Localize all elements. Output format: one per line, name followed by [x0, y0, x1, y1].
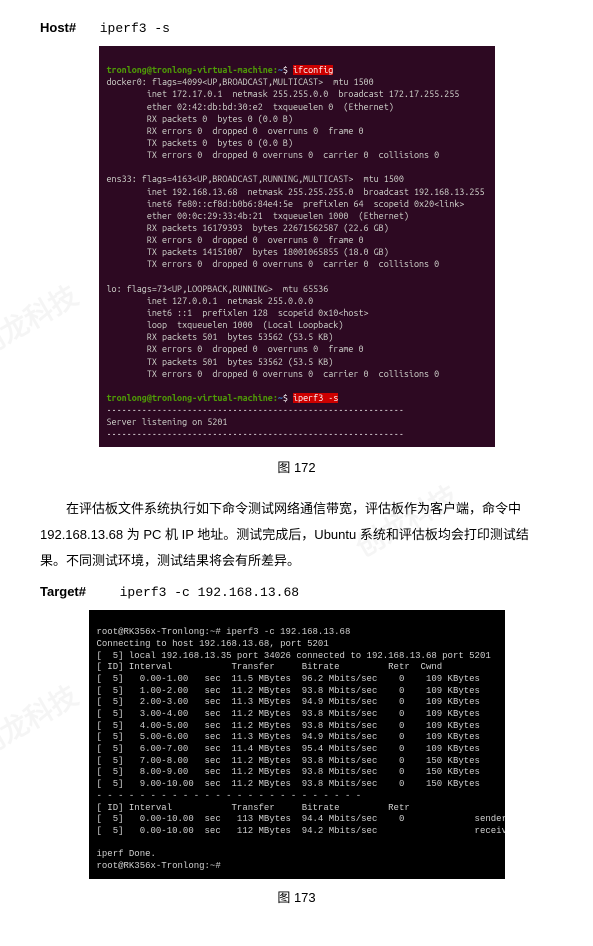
ens-line: TX packets 14151007 bytes 18001065855 (1…	[107, 247, 389, 257]
t2-line: [ 5] local 192.168.13.35 port 34026 conn…	[97, 651, 491, 661]
lo-line: RX errors 0 dropped 0 overruns 0 frame 0	[107, 344, 364, 354]
lo-line: loop txqueuelen 1000 (Local Loopback)	[107, 320, 344, 330]
t2-end-prompt: root@RK356x-Tronlong:~#	[97, 861, 227, 871]
docker-line: TX packets 0 bytes 0 (0.0 B)	[107, 138, 293, 148]
term1-cmd2: iperf3 -s	[293, 393, 338, 403]
t2-row: [ 5] 3.00-4.00 sec 11.2 MBytes 93.8 Mbit…	[97, 709, 480, 719]
t2-sep: - - - - - - - - - - - - - - - - - - - - …	[97, 791, 362, 801]
ens-line: inet 192.168.13.68 netmask 255.255.255.0…	[107, 187, 485, 197]
host-prompt: Host#	[40, 20, 76, 35]
black-terminal-screenshot: root@RK356x-Tronlong:~# iperf3 -c 192.16…	[89, 610, 505, 879]
target-command-line: Target# iperf3 -c 192.168.13.68	[40, 584, 553, 600]
t2-header: [ ID] Interval Transfer Bitrate Retr Cwn…	[97, 662, 443, 672]
t2-line: root@RK356x-Tronlong:~# iperf3 -c 192.16…	[97, 627, 351, 637]
figure-caption-173: 图 173	[40, 887, 553, 906]
lo-line: TX packets 501 bytes 53562 (53.5 KB)	[107, 357, 334, 367]
host-command: iperf3 -s	[100, 21, 170, 36]
watermark: 创龙科技	[0, 275, 85, 366]
t2-row: [ 5] 0.00-1.00 sec 11.5 MBytes 96.2 Mbit…	[97, 674, 480, 684]
ens-header: ens33: flags=4163<UP,BROADCAST,RUNNING,M…	[107, 174, 404, 184]
target-command: iperf3 -c 192.168.13.68	[120, 585, 299, 600]
term1-cmd1: ifconfig	[293, 65, 333, 75]
term1-prompt2: tronlong@tronlong-virtual-machine:	[107, 393, 278, 403]
lo-line: RX packets 501 bytes 53562 (53.5 KB)	[107, 332, 334, 342]
docker-line: RX packets 0 bytes 0 (0.0 B)	[107, 114, 293, 124]
t2-row: [ 5] 5.00-6.00 sec 11.3 MBytes 94.9 Mbit…	[97, 732, 480, 742]
t2-row: [ 5] 7.00-8.00 sec 11.2 MBytes 93.8 Mbit…	[97, 756, 480, 766]
ens-line: TX errors 0 dropped 0 overruns 0 carrier…	[107, 259, 440, 269]
docker-line: RX errors 0 dropped 0 overruns 0 frame 0	[107, 126, 364, 136]
t2-line: Connecting to host 192.168.13.68, port 5…	[97, 639, 329, 649]
ens-line: inet6 fe80::cf8d:b0b6:84e4:5e prefixlen …	[107, 199, 465, 209]
t2-done: iperf Done.	[97, 849, 156, 859]
t2-sum-header: [ ID] Interval Transfer Bitrate Retr	[97, 803, 410, 813]
t2-row: [ 5] 4.00-5.00 sec 11.2 MBytes 93.8 Mbit…	[97, 721, 480, 731]
server-listening: Server listening on 5201	[107, 417, 228, 427]
lo-header: lo: flags=73<UP,LOOPBACK,RUNNING> mtu 65…	[107, 284, 329, 294]
ens-line: ether 00:0c:29:33:4b:21 txqueuelen 1000 …	[107, 211, 409, 221]
t2-sum-row: [ 5] 0.00-10.00 sec 112 MBytes 94.2 Mbit…	[97, 826, 505, 836]
lo-line: inet 127.0.0.1 netmask 255.0.0.0	[107, 296, 314, 306]
ens-line: RX packets 16179393 bytes 22671562587 (2…	[107, 223, 389, 233]
figure-caption-172: 图 172	[40, 457, 553, 476]
t2-row: [ 5] 6.00-7.00 sec 11.4 MBytes 95.4 Mbit…	[97, 744, 480, 754]
docker-header: docker0: flags=4099<UP,BROADCAST,MULTICA…	[107, 77, 374, 87]
lo-line: inet6 ::1 prefixlen 128 scopeid 0x10<hos…	[107, 308, 369, 318]
docker-line: ether 02:42:db:bd:30:e2 txqueuelen 0 (Et…	[107, 102, 394, 112]
t2-row: [ 5] 2.00-3.00 sec 11.3 MBytes 94.9 Mbit…	[97, 697, 480, 707]
watermark: 创龙科技	[0, 675, 85, 766]
docker-line: TX errors 0 dropped 0 overruns 0 carrier…	[107, 150, 440, 160]
host-command-line: Host# iperf3 -s	[40, 20, 553, 36]
body-paragraph: 在评估板文件系统执行如下命令测试网络通信带宽，评估板作为客户端，命令中 192.…	[40, 496, 553, 574]
lo-line: TX errors 0 dropped 0 overruns 0 carrier…	[107, 369, 440, 379]
t2-row: [ 5] 1.00-2.00 sec 11.2 MBytes 93.8 Mbit…	[97, 686, 480, 696]
t2-row: [ 5] 8.00-9.00 sec 11.2 MBytes 93.8 Mbit…	[97, 767, 480, 777]
target-prompt: Target#	[40, 584, 86, 599]
ubuntu-terminal-screenshot: tronlong@tronlong-virtual-machine:~$ ifc…	[99, 46, 495, 447]
docker-line: inet 172.17.0.1 netmask 255.255.0.0 broa…	[107, 89, 460, 99]
t2-sum-row: [ 5] 0.00-10.00 sec 113 MBytes 94.4 Mbit…	[97, 814, 505, 824]
term1-prompt: tronlong@tronlong-virtual-machine:	[107, 65, 278, 75]
ens-line: RX errors 0 dropped 0 overruns 0 frame 0	[107, 235, 364, 245]
t2-row: [ 5] 9.00-10.00 sec 11.2 MBytes 93.8 Mbi…	[97, 779, 480, 789]
